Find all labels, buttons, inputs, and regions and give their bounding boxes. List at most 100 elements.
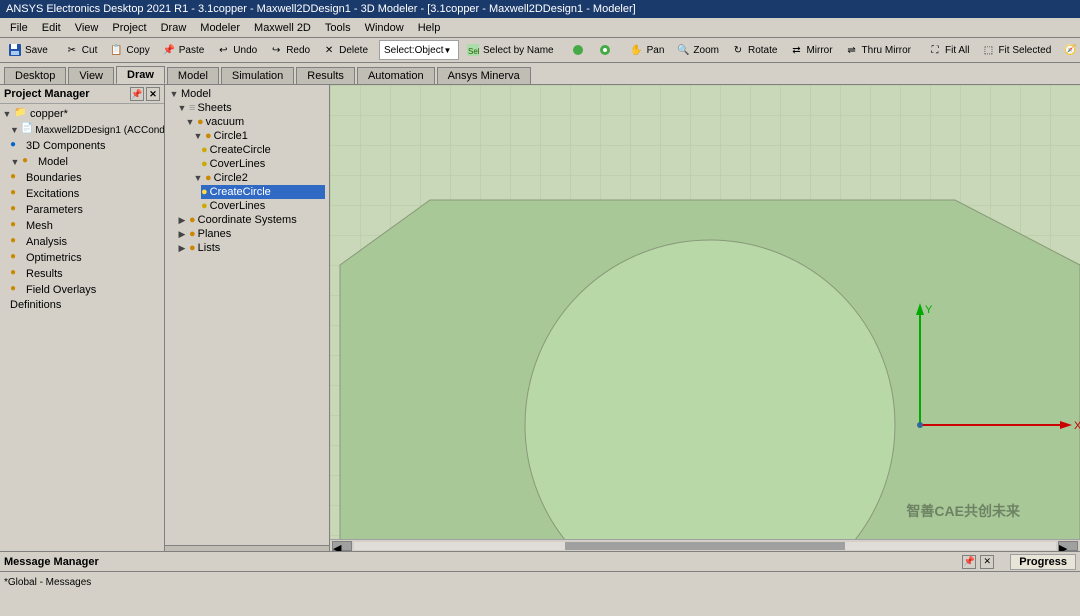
- menu-project[interactable]: Project: [106, 21, 152, 35]
- tree-mesh[interactable]: ● Mesh: [10, 218, 162, 234]
- pan-label: Pan: [647, 45, 665, 56]
- model-tree-content: ▼ Model ▼ ≡ Sheets ▼ ● vacuum ▼ ● Circle…: [165, 85, 329, 545]
- bottom-status-row: *Global - Messages: [0, 572, 1080, 592]
- menu-edit[interactable]: Edit: [36, 21, 67, 35]
- select-object-dropdown[interactable]: Select:Object ▼: [379, 40, 459, 60]
- undo-icon: ↩: [215, 42, 231, 58]
- thru-mirror-icon: ⇌: [844, 42, 860, 58]
- save-button[interactable]: Save: [2, 39, 53, 61]
- tree-project-name[interactable]: ▼ 📁 copper*: [2, 106, 162, 122]
- menu-help[interactable]: Help: [412, 21, 447, 35]
- progress-label: Progress: [1010, 554, 1076, 570]
- pm-pin-btn[interactable]: 📌: [130, 87, 144, 101]
- global-messages: *Global - Messages: [4, 577, 91, 588]
- thru-mirror-button[interactable]: ⇌ Thru Mirror: [839, 39, 916, 61]
- tree-3d-components[interactable]: ● 3D Components: [10, 138, 162, 154]
- cut-button[interactable]: ✂ Cut: [59, 39, 103, 61]
- tree-optimetrics[interactable]: ● Optimetrics: [10, 250, 162, 266]
- fit-all-label: Fit All: [945, 45, 969, 56]
- panel-resize-handle[interactable]: [165, 545, 329, 551]
- tree-panel: ▼ 📁 copper* ▼ 📄 Maxwell2DDesign1 (ACCond…: [0, 104, 164, 551]
- fit-all-icon: ⛶: [927, 42, 943, 58]
- cut-icon: ✂: [64, 42, 80, 58]
- message-manager-title: Message Manager: [4, 556, 99, 568]
- tree-coord-sys[interactable]: ▶ ● Coordinate Systems: [177, 213, 325, 227]
- tree-analysis[interactable]: ● Analysis: [10, 234, 162, 250]
- tree-field-overlays[interactable]: ● Field Overlays: [10, 282, 162, 298]
- orient-button[interactable]: 🧭 Orient ▼: [1057, 39, 1080, 61]
- fit-selected-icon: ⬚: [980, 42, 996, 58]
- tab-desktop[interactable]: Desktop: [4, 67, 66, 84]
- menu-draw[interactable]: Draw: [155, 21, 193, 35]
- tree-sheets[interactable]: ▼ ≡ Sheets: [177, 101, 325, 115]
- select-name-icon: Sel: [465, 42, 481, 58]
- menu-tools[interactable]: Tools: [319, 21, 357, 35]
- fit-all-button[interactable]: ⛶ Fit All: [922, 39, 974, 61]
- tab-bar: Desktop View Draw Model Simulation Resul…: [0, 63, 1080, 85]
- tree-cover-lines2[interactable]: ● CoverLines: [201, 199, 325, 213]
- pan-button[interactable]: ✋ Pan: [624, 39, 670, 61]
- rotate-button[interactable]: ↻ Rotate: [725, 39, 782, 61]
- tree-excitations[interactable]: ● Excitations: [10, 186, 162, 202]
- msg-pin-btn[interactable]: 📌: [962, 555, 976, 569]
- viewport-svg: Y X z y x: [330, 85, 1080, 551]
- tree-lists[interactable]: ▶ ● Lists: [177, 241, 325, 255]
- tree-definitions[interactable]: Definitions: [10, 298, 162, 312]
- tab-results[interactable]: Results: [296, 67, 355, 84]
- zoom-button[interactable]: 🔍 Zoom: [670, 39, 724, 61]
- cut-label: Cut: [82, 45, 98, 56]
- redo-label: Redo: [286, 45, 310, 56]
- tree-results[interactable]: ● Results: [10, 266, 162, 282]
- tree-planes[interactable]: ▶ ● Planes: [177, 227, 325, 241]
- tree-create-circle2-selected[interactable]: ● CreateCircle: [201, 185, 325, 199]
- tab-simulation[interactable]: Simulation: [221, 67, 294, 84]
- copy-button[interactable]: 📋 Copy: [103, 39, 154, 61]
- green-circle-btn2[interactable]: [592, 39, 618, 61]
- model-tree-panel: ▼ Model ▼ ≡ Sheets ▼ ● vacuum ▼ ● Circle…: [165, 85, 330, 551]
- menu-file[interactable]: File: [4, 21, 34, 35]
- pm-close-btn[interactable]: ✕: [146, 87, 160, 101]
- tab-model[interactable]: Model: [167, 67, 219, 84]
- fit-selected-button[interactable]: ⬚ Fit Selected: [975, 39, 1056, 61]
- tree-model[interactable]: ▼ ● Model: [10, 154, 162, 170]
- undo-button[interactable]: ↩ Undo: [210, 39, 262, 61]
- tree-model-root[interactable]: ▼ Model: [169, 87, 325, 101]
- redo-button[interactable]: ↪ Redo: [263, 39, 315, 61]
- tree-create-circle1[interactable]: ● CreateCircle: [201, 143, 325, 157]
- tab-draw[interactable]: Draw: [116, 66, 165, 84]
- select-by-name-button[interactable]: Sel Select by Name: [460, 39, 559, 61]
- thru-mirror-label: Thru Mirror: [862, 45, 911, 56]
- scrollbar-track[interactable]: [354, 542, 1056, 550]
- tab-view[interactable]: View: [68, 67, 114, 84]
- tab-ansys-minerva[interactable]: Ansys Minerva: [437, 67, 531, 84]
- tree-circle2[interactable]: ▼ ● Circle2: [193, 171, 325, 185]
- mirror-button[interactable]: ⇄ Mirror: [783, 39, 837, 61]
- rotate-icon: ↻: [730, 42, 746, 58]
- menu-window[interactable]: Window: [359, 21, 410, 35]
- tree-parameters[interactable]: ● Parameters: [10, 202, 162, 218]
- menu-maxwell2d[interactable]: Maxwell 2D: [248, 21, 317, 35]
- main-layout: Project Manager 📌 ✕ ▼ 📁 copper* ▼ 📄 Maxw…: [0, 85, 1080, 551]
- tree-vacuum[interactable]: ▼ ● vacuum: [185, 115, 325, 129]
- tree-circle1[interactable]: ▼ ● Circle1: [193, 129, 325, 143]
- fit-selected-label: Fit Selected: [998, 45, 1051, 56]
- scrollbar-thumb[interactable]: [565, 542, 846, 550]
- select-by-name-label: Select by Name: [483, 45, 554, 56]
- save-label: Save: [25, 45, 48, 56]
- orient-icon: 🧭: [1062, 42, 1078, 58]
- paste-button[interactable]: 📌 Paste: [156, 39, 210, 61]
- zoom-label: Zoom: [693, 45, 719, 56]
- tree-boundaries[interactable]: ● Boundaries: [10, 170, 162, 186]
- tree-design-name[interactable]: ▼ 📄 Maxwell2DDesign1 (ACConduction, ...: [10, 122, 162, 138]
- menu-modeler[interactable]: Modeler: [194, 21, 246, 35]
- green-circle-btn1[interactable]: [565, 39, 591, 61]
- delete-button[interactable]: ✕ Delete: [316, 39, 373, 61]
- horizontal-scrollbar[interactable]: ◀ ▶: [330, 539, 1080, 551]
- menu-view[interactable]: View: [69, 21, 105, 35]
- scroll-right-btn[interactable]: ▶: [1058, 541, 1078, 551]
- scroll-left-btn[interactable]: ◀: [332, 541, 352, 551]
- tree-cover-lines1[interactable]: ● CoverLines: [201, 157, 325, 171]
- viewport[interactable]: Y X z y x 智善CAE共创未来 ◀: [330, 85, 1080, 551]
- msg-close-btn[interactable]: ✕: [980, 555, 994, 569]
- tab-automation[interactable]: Automation: [357, 67, 435, 84]
